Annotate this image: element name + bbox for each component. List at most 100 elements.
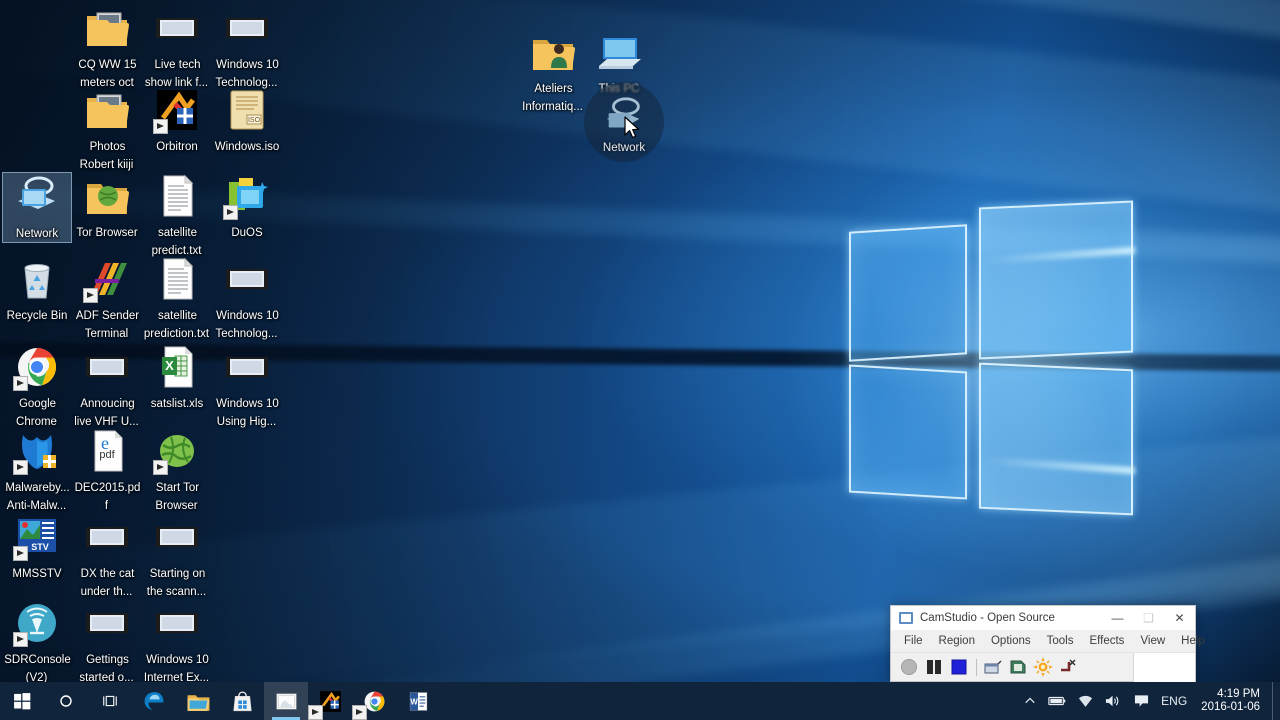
camstudio-menu-help[interactable]: Help [1173,631,1213,652]
desktop-icon-annoucing-live-vhf-u[interactable]: Annoucing live VHF U... [72,343,142,430]
folder-photos-icon [83,86,131,134]
desktop-icon-windows-iso[interactable]: ISO Windows.iso [212,86,282,155]
desktop-icon-label: Start Tor Browser [155,482,199,512]
video-thumbnail-icon [223,255,271,303]
desktop-icon-label: satslist.xls [150,398,204,410]
google-chrome-icon [13,343,61,391]
desktop-icon-label: Windows.iso [214,141,281,153]
film-folder-icon[interactable] [1008,657,1028,677]
camstudio-icon [274,689,299,714]
orbitron-button[interactable] [308,682,352,720]
desktop-icon-satellite-prediction-txt[interactable]: satellite prediction.txt [142,255,212,342]
stop-square-icon[interactable] [949,657,969,677]
minimize-button[interactable]: — [1102,606,1133,631]
desktop-icon-windows-10-using-hig[interactable]: Windows 10 Using Hig... [212,343,282,430]
pause-bars-icon[interactable] [924,657,944,677]
desktop-icon-label: DuOS [230,227,263,239]
show-desktop-button[interactable] [1272,682,1280,720]
speaker-icon[interactable] [1099,682,1128,720]
battery-icon[interactable] [1042,682,1072,720]
camstudio-menu-options[interactable]: Options [983,631,1039,652]
camstudio-menu-effects[interactable]: Effects [1081,631,1132,652]
desktop-icon-windows-10-technolog[interactable]: Windows 10 Technolog... [212,4,282,91]
network-icon [13,173,61,221]
desktop-icon-windows-10-internet-ex[interactable]: Windows 10 Internet Ex... [142,599,212,686]
svg-text:pdf: pdf [99,449,115,461]
desktop-icon-adf-sender-terminal[interactable]: ADF Sender Terminal [72,255,142,342]
record-circle-icon[interactable] [899,657,919,677]
cortana-search-button[interactable] [44,682,88,720]
wifi-icon[interactable] [1072,682,1099,720]
microsoft-edge-icon [142,689,167,714]
desktop-icon-photos-robert-kiiji[interactable]: Photos Robert kiiji [72,86,142,173]
malwarebytes-icon [13,427,61,475]
desktop-icon-duos[interactable]: DuOS [212,172,282,241]
desktop-icon-dec2015-pdf[interactable]: epdfDEC2015.pdf [72,427,142,514]
video-thumbnail-icon [153,4,201,52]
close-button[interactable]: ✕ [1164,606,1195,631]
action-center-icon[interactable] [1128,682,1155,720]
desktop-icon-label: satellite prediction.txt [144,310,210,340]
sun-effects-icon[interactable] [1033,657,1053,677]
desktop-icon-label: Windows 10 Technolog... [215,59,279,89]
desktop-icon-malwareby-anti-malw[interactable]: Malwareby... Anti-Malw... [2,427,72,514]
chrome-button[interactable] [352,682,396,720]
desktop-icon-gettings-started-o[interactable]: Gettings started o... [72,599,142,686]
desktop-icon-label: satellite predict.txt [152,227,203,257]
camstudio-window[interactable]: CamStudio - Open Source — ❑ ✕ FileRegion… [890,605,1196,682]
desktop-icon-label: DEC2015.pdf [74,482,141,512]
camstudio-menu-tools[interactable]: Tools [1039,631,1082,652]
task-view-button[interactable] [88,682,132,720]
maximize-button[interactable]: ❑ [1133,606,1164,631]
desktop-icon-label: ADF Sender Terminal [75,310,139,340]
desktop-icon-tor-browser[interactable]: Tor Browser [72,172,142,241]
start-button[interactable] [0,682,44,720]
desktop-icon-label: Gettings started o... [79,654,134,684]
desktop-icon-label: Windows 10 Using Hig... [215,398,279,428]
show-hidden-icons-button[interactable] [1018,682,1042,720]
desktop-icon-dx-the-cat-under-th[interactable]: DX the cat under th... [72,513,142,600]
desktop-icon-satellite-predict-txt[interactable]: satellite predict.txt [142,172,212,259]
desktop-icon-label: Tor Browser [75,227,138,239]
cursor-x-icon[interactable] [1058,657,1078,677]
desktop-icon-satslist-xls[interactable]: Xsatslist.xls [142,343,212,412]
svg-text:ISO: ISO [248,117,261,124]
desktop-icon-network[interactable]: Network [2,172,72,243]
desktop-icon-windows-10-technolog[interactable]: Windows 10 Technolog... [212,255,282,342]
svg-text:STV: STV [31,542,49,552]
desktop-icon-ateliers-informatiq[interactable]: Ateliers Informatiq... [518,28,588,115]
desktop-icon-live-tech-show-link-f[interactable]: Live tech show link f... [142,4,212,91]
video-thumbnail-icon [83,599,131,647]
desktop-icon-label: Ateliers Informatiq... [522,83,584,113]
desktop-icon-google-chrome[interactable]: Google Chrome [2,343,72,430]
excel-spreadsheet-icon: X [153,343,201,391]
adf-sender-terminal-icon [83,255,131,303]
desktop-icon-orbitron[interactable]: Orbitron [142,86,212,155]
word-button[interactable]: W [396,682,440,720]
toolbar-separator [976,659,977,676]
edge-button[interactable] [132,682,176,720]
camstudio-button[interactable] [264,682,308,720]
folder-photos-icon [83,4,131,52]
sdrconsole-app-icon [13,599,61,647]
store-button[interactable] [220,682,264,720]
region-window-icon[interactable] [983,657,1003,677]
camstudio-status-box [1133,653,1195,682]
desktop-icon-start-tor-browser[interactable]: Start Tor Browser [142,427,212,514]
desktop-icon-sdrconsole-v2[interactable]: SDRConsole (V2) [2,599,72,686]
desktop-icon-recycle-bin[interactable]: Recycle Bin [2,255,72,324]
camstudio-titlebar[interactable]: CamStudio - Open Source — ❑ ✕ [891,606,1195,631]
camstudio-menu-file[interactable]: File [896,631,931,652]
windows-logo-icon [12,691,32,711]
camstudio-menubar: FileRegionOptionsToolsEffectsViewHelp [891,631,1195,652]
desktop-icon-mmsstv[interactable]: STVMMSSTV [2,513,72,582]
file-explorer-button[interactable] [176,682,220,720]
desktop-icon-starting-on-the-scann[interactable]: Starting on the scann... [142,513,212,600]
language-indicator[interactable]: ENG [1155,682,1193,720]
camstudio-menu-region[interactable]: Region [931,631,983,652]
desktop-icon-label: Google Chrome [16,398,58,428]
orbitron-app-icon [153,86,201,134]
text-document-icon [153,172,201,220]
clock[interactable]: 4:19 PM 2016-01-06 [1193,682,1272,720]
camstudio-menu-view[interactable]: View [1132,631,1173,652]
